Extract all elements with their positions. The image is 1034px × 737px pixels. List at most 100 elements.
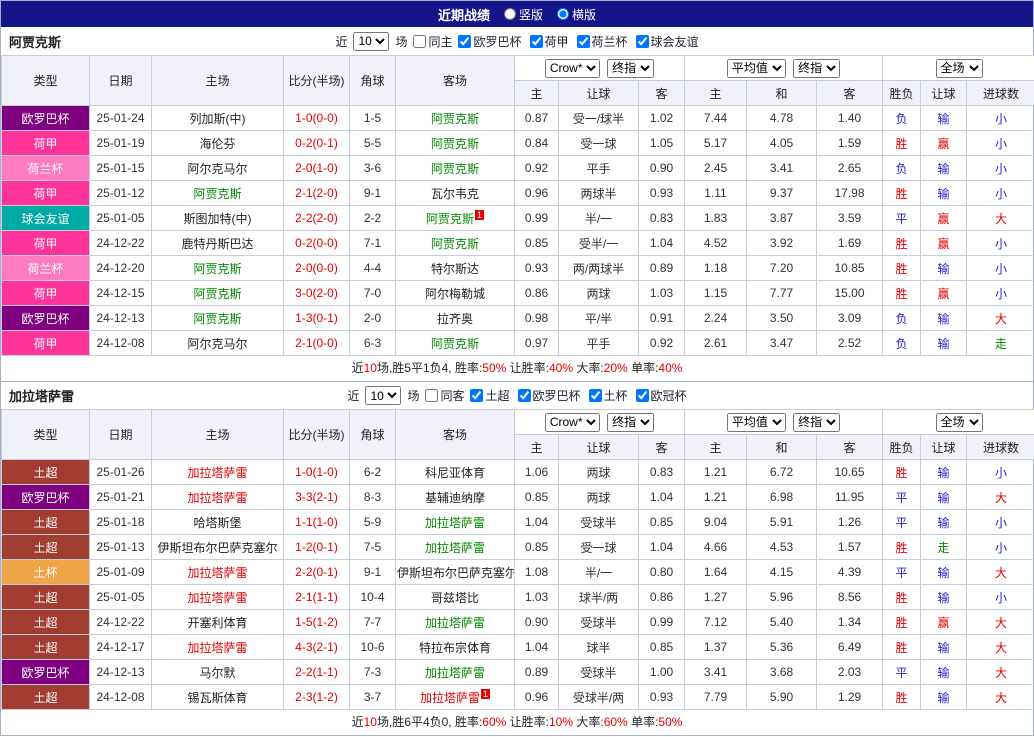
- same-venue-checkbox[interactable]: [425, 389, 438, 402]
- away-team-link[interactable]: 基辅迪纳摩: [425, 491, 485, 505]
- league-filter[interactable]: 土超: [470, 387, 509, 404]
- away-team-link[interactable]: 加拉塔萨雷: [425, 616, 485, 630]
- league-filter[interactable]: 荷兰杯: [577, 33, 628, 50]
- competition-badge: 土超: [2, 610, 90, 635]
- home-team-link[interactable]: 阿贾克斯: [193, 262, 241, 276]
- home-team-link[interactable]: 阿尔克马尔: [187, 162, 247, 176]
- home-team-link[interactable]: 伊斯坦布尔巴萨克塞尔: [157, 541, 277, 555]
- away-team-link[interactable]: 科尼亚体育: [425, 466, 485, 480]
- league-checkbox[interactable]: [636, 389, 649, 402]
- avg-final-index-select[interactable]: 终指: [793, 413, 840, 432]
- result-outcome: 胜: [883, 181, 921, 206]
- home-team-link[interactable]: 加拉塔萨雷: [187, 466, 247, 480]
- match-row: 欧罗巴杯25-01-24列加斯(中)1-0(0-0)1-5阿贾克斯0.87受一/…: [2, 106, 1034, 131]
- same-venue-filter[interactable]: 同客: [425, 387, 464, 404]
- avg-away: 1.29: [817, 685, 883, 710]
- home-team-link[interactable]: 阿贾克斯: [193, 312, 241, 326]
- league-filter[interactable]: 欧罗巴杯: [458, 33, 521, 50]
- same-venue-checkbox[interactable]: [413, 35, 426, 48]
- match-row: 土杯25-01-09加拉塔萨雷2-2(0-1)9-1伊斯坦布尔巴萨克塞尔11.0…: [2, 560, 1034, 585]
- home-team-link[interactable]: 阿贾克斯: [193, 187, 241, 201]
- sub-header-goals: 进球数: [967, 81, 1034, 106]
- away-team-link[interactable]: 哥兹塔比: [431, 591, 479, 605]
- away-team-link[interactable]: 加拉塔萨雷: [420, 691, 480, 705]
- avg-away: 17.98: [817, 181, 883, 206]
- avg-final-index-select[interactable]: 终指: [793, 59, 840, 78]
- league-checkbox[interactable]: [458, 35, 471, 48]
- league-checkbox[interactable]: [589, 389, 602, 402]
- away-team-link[interactable]: 阿贾克斯: [431, 162, 479, 176]
- league-filter[interactable]: 球会友谊: [636, 33, 699, 50]
- filter-games-label: 场: [407, 387, 419, 404]
- home-team-cell: 加拉塔萨雷: [152, 560, 284, 585]
- home-team-link[interactable]: 马尔默: [199, 666, 235, 680]
- home-team-link[interactable]: 加拉塔萨雷: [187, 641, 247, 655]
- bookmaker-select[interactable]: Crow*: [545, 413, 600, 432]
- average-select[interactable]: 平均值: [727, 59, 786, 78]
- recent-count-select[interactable]: 10: [365, 386, 401, 405]
- home-team-link[interactable]: 列加斯(中): [190, 112, 246, 126]
- avg-draw: 3.41: [747, 156, 817, 181]
- fulltime-select[interactable]: 全场: [936, 413, 983, 432]
- league-checkbox[interactable]: [577, 35, 590, 48]
- home-team-link[interactable]: 鹿特丹斯巴达: [181, 237, 253, 251]
- home-team-link[interactable]: 加拉塔萨雷: [187, 591, 247, 605]
- odds-away: 0.89: [639, 256, 685, 281]
- away-team-link[interactable]: 拉齐奥: [437, 312, 473, 326]
- final-index-select[interactable]: 终指: [607, 59, 654, 78]
- league-filter[interactable]: 欧罗巴杯: [518, 387, 581, 404]
- away-team-link[interactable]: 加拉塔萨雷: [425, 516, 485, 530]
- final-index-select[interactable]: 终指: [607, 413, 654, 432]
- view-option-vertical[interactable]: 竖版: [504, 6, 543, 23]
- league-checkbox[interactable]: [530, 35, 543, 48]
- odds-away: 0.83: [639, 460, 685, 485]
- away-team-link[interactable]: 阿贾克斯: [431, 137, 479, 151]
- home-team-link[interactable]: 加拉塔萨雷: [187, 491, 247, 505]
- summary-part: 10: [364, 715, 377, 729]
- league-filter[interactable]: 土杯: [589, 387, 628, 404]
- league-checkbox[interactable]: [470, 389, 483, 402]
- away-team-cell: 加拉塔萨雷: [396, 510, 515, 535]
- home-team-link[interactable]: 开塞利体育: [187, 616, 247, 630]
- away-team-link[interactable]: 特尔斯达: [431, 262, 479, 276]
- home-team-link[interactable]: 斯图加特(中): [184, 212, 252, 226]
- competition-badge: 欧罗巴杯: [2, 660, 90, 685]
- league-checkbox[interactable]: [518, 389, 531, 402]
- horizontal-view-radio[interactable]: [557, 8, 569, 20]
- odds-handicap: 受球半: [559, 510, 639, 535]
- home-team-link[interactable]: 阿贾克斯: [193, 287, 241, 301]
- away-team-link[interactable]: 瓦尔韦克: [431, 187, 479, 201]
- away-team-link[interactable]: 伊斯坦布尔巴萨克塞尔: [397, 566, 515, 580]
- match-score: 2-2(0-1): [284, 560, 350, 585]
- home-team-link[interactable]: 海伦芬: [199, 137, 235, 151]
- away-team-link[interactable]: 加拉塔萨雷: [425, 541, 485, 555]
- league-checkbox[interactable]: [636, 35, 649, 48]
- league-filter[interactable]: 欧冠杯: [636, 387, 687, 404]
- average-select[interactable]: 平均值: [727, 413, 786, 432]
- away-team-link[interactable]: 阿尔梅勒城: [425, 287, 485, 301]
- away-team-cell: 基辅迪纳摩: [396, 485, 515, 510]
- home-team-link[interactable]: 加拉塔萨雷: [187, 566, 247, 580]
- away-team-link[interactable]: 特拉布宗体育: [419, 641, 491, 655]
- same-venue-filter[interactable]: 同主: [413, 33, 452, 50]
- avg-draw: 6.72: [747, 460, 817, 485]
- avg-home: 1.11: [685, 181, 747, 206]
- vertical-view-radio[interactable]: [504, 8, 516, 20]
- fulltime-select[interactable]: 全场: [936, 59, 983, 78]
- away-team-link[interactable]: 阿贾克斯: [426, 212, 474, 226]
- home-team-link[interactable]: 锡瓦斯体育: [187, 691, 247, 705]
- odds-home: 0.99: [515, 206, 559, 231]
- home-team-link[interactable]: 哈塔斯堡: [193, 516, 241, 530]
- avg-away: 15.00: [817, 281, 883, 306]
- view-option-horizontal[interactable]: 横版: [557, 6, 596, 23]
- match-date: 24-12-08: [90, 331, 152, 356]
- league-filter[interactable]: 荷甲: [530, 33, 569, 50]
- recent-count-select[interactable]: 10: [353, 32, 389, 51]
- away-team-link[interactable]: 阿贾克斯: [431, 337, 479, 351]
- away-team-link[interactable]: 阿贾克斯: [431, 237, 479, 251]
- home-team-link[interactable]: 阿尔克马尔: [187, 337, 247, 351]
- away-team-link[interactable]: 加拉塔萨雷: [425, 666, 485, 680]
- away-team-link[interactable]: 阿贾克斯: [431, 112, 479, 126]
- bookmaker-select[interactable]: Crow*: [545, 59, 600, 78]
- result-goals: 大: [967, 610, 1034, 635]
